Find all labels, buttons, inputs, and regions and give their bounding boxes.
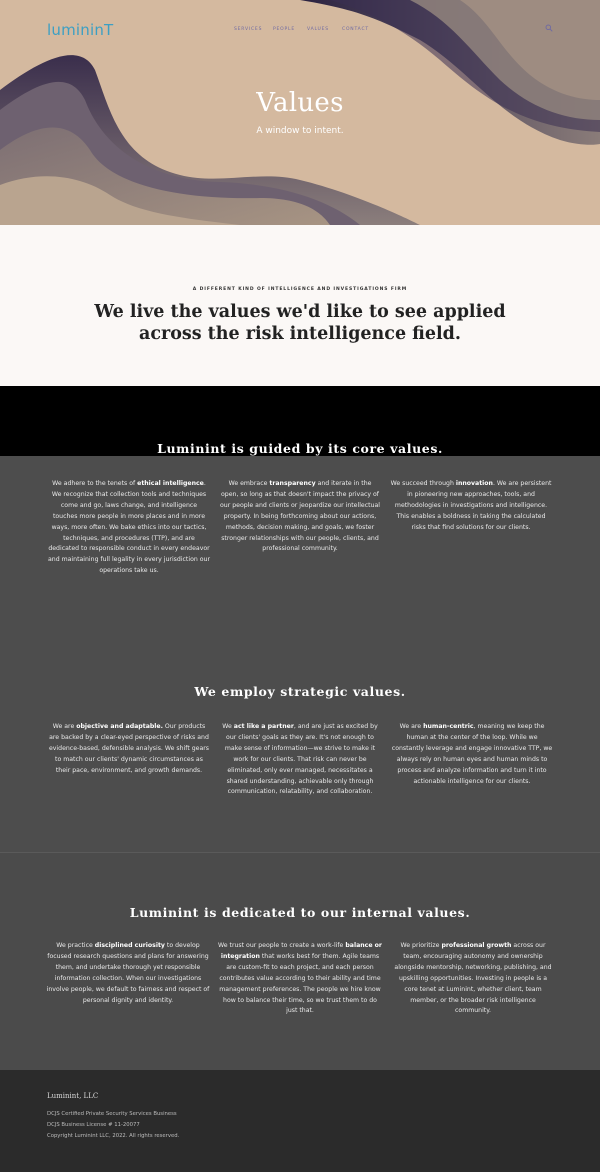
value-text: across our team, encouraging autonomy an… bbox=[394, 942, 552, 1015]
intro-eyebrow: A DIFFERENT KIND OF INTELLIGENCE AND INV… bbox=[192, 287, 408, 292]
value-text: and iterate in the open, so long as that… bbox=[220, 480, 380, 553]
heading-text: Luminint is dedicated to our bbox=[129, 905, 352, 920]
footer-certification: DCJS Certified Private Security Services… bbox=[47, 1111, 177, 1117]
value-emphasis: innovation bbox=[455, 480, 493, 487]
intro-heading: We live the values we'd like to see appl… bbox=[94, 302, 506, 344]
value-text: , meaning we keep the human at the cente… bbox=[391, 723, 553, 785]
site-footer: Luminint, LLC DCJS Certified Private Sec… bbox=[0, 1070, 600, 1172]
value-emphasis: professional growth bbox=[441, 942, 512, 949]
nav-contact-link[interactable]: CONTACT bbox=[342, 27, 369, 32]
nav-services-link[interactable]: SERVICES bbox=[234, 27, 262, 32]
value-text: that works best for them. Agile teams ar… bbox=[219, 952, 381, 1015]
value-emphasis: objective and adaptable. bbox=[76, 723, 163, 730]
value-text: Our products are backed by a clear-eyed … bbox=[48, 723, 210, 774]
hero-section: lumininT SERVICES PEOPLE VALUES CONTACT … bbox=[0, 0, 600, 225]
value-text: We bbox=[222, 723, 234, 730]
internal-value-curiosity: We practice disciplined curiosity to dev… bbox=[46, 941, 210, 1006]
footer-license: DCJS Business License # 11-20077 bbox=[47, 1122, 140, 1128]
footer-brand: Luminint, LLC bbox=[47, 1092, 99, 1100]
page-title: Values bbox=[256, 88, 344, 118]
core-values-heading: Luminint is guided by its core values. bbox=[0, 441, 600, 456]
intro-section: A DIFFERENT KIND OF INTELLIGENCE AND INV… bbox=[0, 225, 600, 386]
nav-values-link[interactable]: VALUES bbox=[307, 27, 329, 32]
value-text: . We are persistent in pioneering new ap… bbox=[394, 480, 552, 531]
value-text: . We recognize that collection tools and… bbox=[48, 480, 211, 575]
footer-copyright: Copyright Luminint LLC, 2022. All rights… bbox=[47, 1133, 180, 1139]
strategic-values-heading: We employ strategic values. bbox=[0, 684, 600, 699]
value-text: , and are just as excited by our clients… bbox=[224, 723, 378, 796]
internal-value-growth: We prioritize professional growth across… bbox=[392, 941, 554, 1017]
search-icon[interactable] bbox=[545, 24, 553, 32]
page-subtitle: A window to intent. bbox=[256, 126, 344, 136]
value-text: We are bbox=[399, 723, 424, 730]
core-value-innovation: We succeed through innovation. We are pe… bbox=[390, 479, 552, 534]
heading-text: Luminint is guided by its bbox=[157, 441, 353, 456]
heading-emphasis: strategic values bbox=[280, 684, 401, 699]
strategic-value-partner: We act like a partner, and are just as e… bbox=[218, 722, 382, 798]
value-text: We embrace bbox=[228, 480, 270, 487]
value-emphasis: transparency bbox=[269, 480, 316, 487]
internal-value-balance: We trust our people to create a work-lif… bbox=[218, 941, 382, 1017]
value-text: We trust our people to create a work-lif… bbox=[218, 942, 346, 949]
brand-logo[interactable]: lumininT bbox=[47, 21, 113, 39]
value-text: to develop focused research questions an… bbox=[46, 942, 210, 1004]
value-emphasis: disciplined curiosity bbox=[94, 942, 165, 949]
value-text: We succeed through bbox=[390, 480, 456, 487]
value-text: We adhere to the tenets of bbox=[52, 480, 138, 487]
nav-people-link[interactable]: PEOPLE bbox=[273, 27, 295, 32]
strategic-value-objective: We are objective and adaptable. Our prod… bbox=[48, 722, 210, 777]
heading-punct: . bbox=[400, 684, 406, 699]
value-emphasis: act like a partner bbox=[233, 723, 294, 730]
heading-punct: . bbox=[465, 905, 471, 920]
core-value-ethical: We adhere to the tenets of ethical intel… bbox=[48, 479, 210, 577]
core-value-transparency: We embrace transparency and iterate in t… bbox=[220, 479, 380, 555]
internal-values-heading: Luminint is dedicated to our internal va… bbox=[0, 905, 600, 920]
value-text: We prioritize bbox=[400, 942, 442, 949]
heading-text: We employ bbox=[194, 684, 281, 699]
strategic-value-human-centric: We are human-centric, meaning we keep th… bbox=[390, 722, 554, 787]
value-text: We practice bbox=[56, 942, 95, 949]
heading-emphasis: internal values bbox=[351, 905, 466, 920]
value-text: We are bbox=[52, 723, 77, 730]
heading-punct: . bbox=[437, 441, 443, 456]
value-emphasis: human-centric bbox=[423, 723, 474, 730]
heading-emphasis: core values bbox=[352, 441, 438, 456]
value-emphasis: ethical intelligence bbox=[137, 480, 204, 487]
